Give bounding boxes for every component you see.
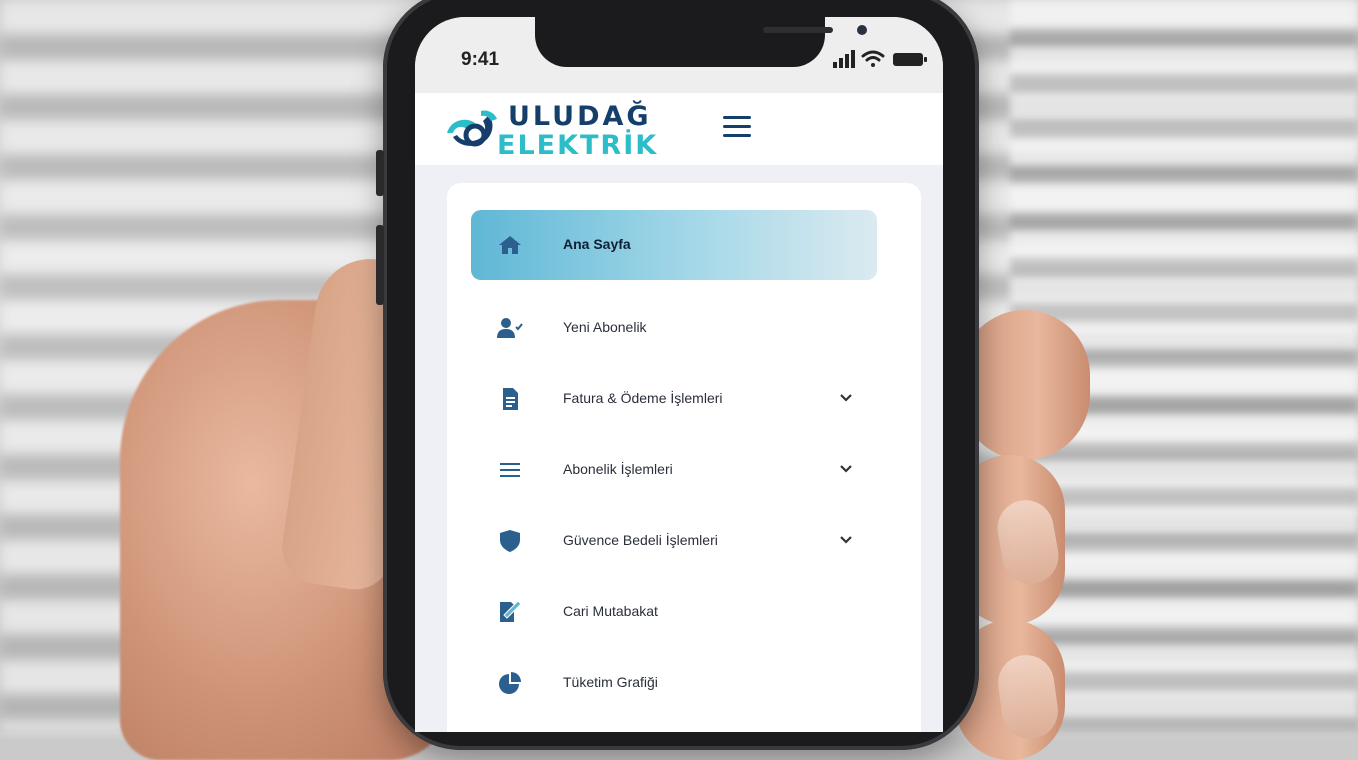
user-check-icon [497, 318, 523, 338]
list-icon [500, 463, 520, 477]
hamburger-menu-icon[interactable] [723, 116, 751, 140]
chevron-down-icon[interactable] [839, 392, 853, 404]
menu-item-label: Ana Sayfa [563, 236, 631, 252]
menu-item-fatura-odeme[interactable]: Fatura & Ödeme İşlemleri [471, 364, 877, 434]
menu-item-cari-mutabakat[interactable]: Cari Mutabakat [471, 577, 877, 647]
menu-item-label: Yeni Abonelik [563, 319, 647, 335]
menu-item-abonelik-islemleri[interactable]: Abonelik İşlemleri [471, 435, 877, 505]
status-bar: 9:41 [415, 17, 943, 93]
menu-item-tuketim-grafigi[interactable]: Tüketim Grafiği [471, 648, 877, 718]
menu-item-label: Güvence Bedeli İşlemleri [563, 532, 718, 548]
battery-icon [893, 53, 927, 66]
uludag-logo-icon [447, 110, 497, 147]
menu-item-yeni-abonelik[interactable]: Yeni Abonelik [471, 293, 877, 363]
chevron-down-icon[interactable] [839, 463, 853, 475]
status-time: 9:41 [461, 49, 500, 70]
hand-finger [960, 310, 1090, 460]
speaker-grille [763, 27, 833, 33]
document-icon [503, 388, 518, 410]
menu-item-label: Abonelik İşlemleri [563, 461, 673, 477]
phone-side-button [376, 225, 384, 305]
menu-item-label: Tüketim Grafiği [563, 674, 658, 690]
phone-notch [535, 17, 867, 67]
menu-item-label: Cari Mutabakat [563, 603, 658, 619]
shield-icon [500, 530, 520, 552]
app-header: ULUDAĞ ELEKTRİK [415, 93, 943, 165]
menu-item-ana-sayfa[interactable]: Ana Sayfa [471, 210, 877, 280]
home-icon [499, 236, 521, 254]
menu-item-guvence-bedeli[interactable]: Güvence Bedeli İşlemleri [471, 506, 877, 576]
chevron-down-icon[interactable] [839, 534, 853, 546]
phone-side-button [376, 150, 384, 196]
menu-item-label: Fatura & Ödeme İşlemleri [563, 390, 723, 406]
signal-icon [833, 50, 855, 68]
status-icons [833, 50, 927, 68]
phone-screen: 9:41 ULUDAĞ ELEKTRİK Ana Sayfa Yeni Abon… [415, 17, 943, 732]
side-menu: Ana Sayfa Yeni Abonelik Fatura & Ödeme İ… [447, 183, 921, 732]
pie-chart-icon [499, 672, 521, 694]
edit-document-icon [500, 600, 522, 622]
wifi-icon [861, 50, 885, 67]
front-camera [857, 25, 867, 35]
logo-text-elektrik: ELEKTRİK [497, 130, 659, 161]
logo-text-uludag: ULUDAĞ [508, 101, 652, 132]
